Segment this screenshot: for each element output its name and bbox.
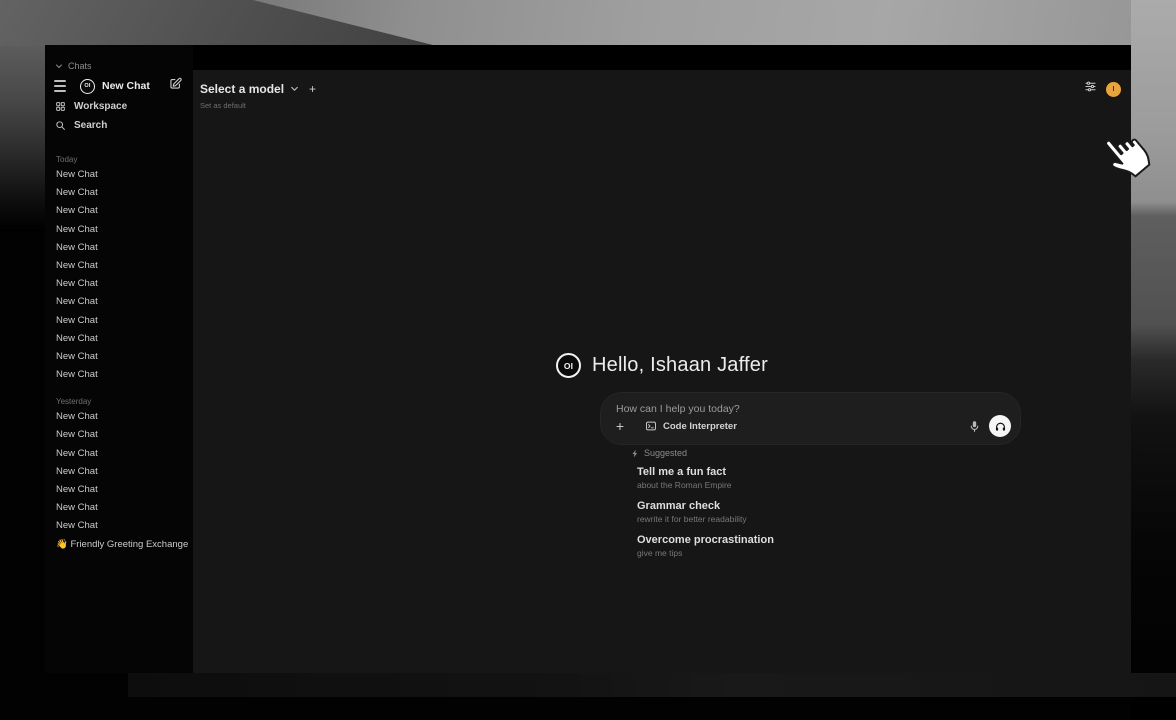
search-icon <box>55 120 66 131</box>
chat-item[interactable]: New Chat <box>45 275 193 293</box>
app-window: OI New Chat Wo <box>45 45 1131 673</box>
chat-item[interactable]: New Chat <box>45 481 193 499</box>
chat-item[interactable]: New Chat <box>45 445 193 463</box>
chat-item[interactable]: New Chat <box>45 463 193 481</box>
sidebar-toggle-icon[interactable] <box>54 80 68 92</box>
voice-call-button[interactable] <box>989 415 1011 437</box>
sidebar-header: OI New Chat <box>45 75 193 97</box>
chat-list: TodayNew ChatNew ChatNew ChatNew ChatNew… <box>45 149 193 554</box>
prompt-toolbar: + Code Interpreter <box>601 414 1020 438</box>
chats-section-label: Chats <box>68 61 92 71</box>
suggestion-item[interactable]: Grammar checkrewrite it for better reada… <box>634 498 1014 526</box>
window-top-strip <box>45 45 1131 70</box>
suggestion-title: Grammar check <box>637 499 1011 513</box>
microphone-icon[interactable] <box>969 420 980 433</box>
code-interpreter-toggle[interactable]: Code Interpreter <box>638 417 744 435</box>
suggested-label: Suggested <box>644 448 687 458</box>
chat-item[interactable]: New Chat <box>45 366 193 384</box>
user-avatar[interactable]: I <box>1106 82 1121 97</box>
new-chat-icon[interactable] <box>169 77 182 95</box>
suggested-header: Suggested <box>631 448 687 458</box>
wallpaper-right <box>1131 0 1176 720</box>
workspace-icon <box>55 101 66 112</box>
bolt-icon <box>631 449 639 458</box>
chat-item[interactable]: New Chat <box>45 517 193 535</box>
chat-item[interactable]: 👋 Friendly Greeting Exchange <box>45 536 193 554</box>
app-logo: OI <box>80 79 95 94</box>
model-chevron-icon <box>290 80 299 98</box>
chat-item[interactable]: New Chat <box>45 408 193 426</box>
suggestion-item[interactable]: Overcome procrastinationgive me tips <box>634 532 1014 560</box>
suggestion-title: Overcome procrastination <box>637 533 1011 547</box>
chat-item[interactable]: New Chat <box>45 257 193 275</box>
topbar-right: I <box>1084 80 1121 98</box>
chat-item[interactable]: New Chat <box>45 202 193 220</box>
chat-item[interactable]: New Chat <box>45 166 193 184</box>
search-label: Search <box>74 120 107 131</box>
sidebar-title: New Chat <box>102 80 169 92</box>
main-area: Select a model + Set as default I <box>193 70 1131 673</box>
greeting-text: Hello, Ishaan Jaffer <box>592 354 768 377</box>
chat-group-label: Yesterday <box>45 391 193 408</box>
model-selector[interactable]: Select a model + <box>200 80 316 98</box>
suggestion-item[interactable]: Tell me a fun factabout the Roman Empire <box>634 464 1014 492</box>
sidebar-nav: Workspace Search <box>45 97 193 135</box>
chat-item[interactable]: New Chat <box>45 239 193 257</box>
sidebar: OI New Chat Wo <box>45 45 193 673</box>
suggestion-title: Tell me a fun fact <box>637 465 1011 479</box>
chevron-down-icon <box>55 62 63 70</box>
suggestion-subtitle: about the Roman Empire <box>637 479 1011 491</box>
chat-group-label: Today <box>45 149 193 166</box>
chat-item[interactable]: New Chat <box>45 499 193 517</box>
controls-sliders-icon[interactable] <box>1084 80 1097 98</box>
suggestion-subtitle: give me tips <box>637 547 1011 559</box>
prompt-input-box[interactable]: How can I help you today? + Code Interpr… <box>600 392 1021 445</box>
code-interpreter-label: Code Interpreter <box>663 421 737 432</box>
workspace-label: Workspace <box>74 101 127 112</box>
add-model-button[interactable]: + <box>309 82 316 96</box>
chat-item[interactable]: New Chat <box>45 184 193 202</box>
wallpaper-bottom <box>128 673 1176 697</box>
chat-item[interactable]: New Chat <box>45 330 193 348</box>
attach-button[interactable]: + <box>610 416 630 436</box>
sidebar-item-workspace[interactable]: Workspace <box>45 97 193 116</box>
sidebar-item-search[interactable]: Search <box>45 116 193 135</box>
app-logo-large: OI <box>556 353 581 378</box>
screenshot-stage: OI New Chat Wo <box>0 0 1176 720</box>
chat-item[interactable]: New Chat <box>45 221 193 239</box>
chat-item[interactable]: New Chat <box>45 426 193 444</box>
suggestion-list: Tell me a fun factabout the Roman Empire… <box>634 464 1014 566</box>
suggestion-subtitle: rewrite it for better readability <box>637 513 1011 525</box>
chats-section-toggle[interactable]: Chats <box>45 58 193 74</box>
set-as-default-link[interactable]: Set as default <box>200 101 316 110</box>
terminal-icon <box>645 420 657 432</box>
greeting-row: OI Hello, Ishaan Jaffer <box>193 353 1131 378</box>
model-bar: Select a model + Set as default <box>200 80 316 110</box>
wallpaper-left <box>0 46 46 231</box>
chat-item[interactable]: New Chat <box>45 348 193 366</box>
chat-item[interactable]: New Chat <box>45 293 193 311</box>
chat-item[interactable]: New Chat <box>45 312 193 330</box>
model-selector-label: Select a model <box>200 82 284 96</box>
